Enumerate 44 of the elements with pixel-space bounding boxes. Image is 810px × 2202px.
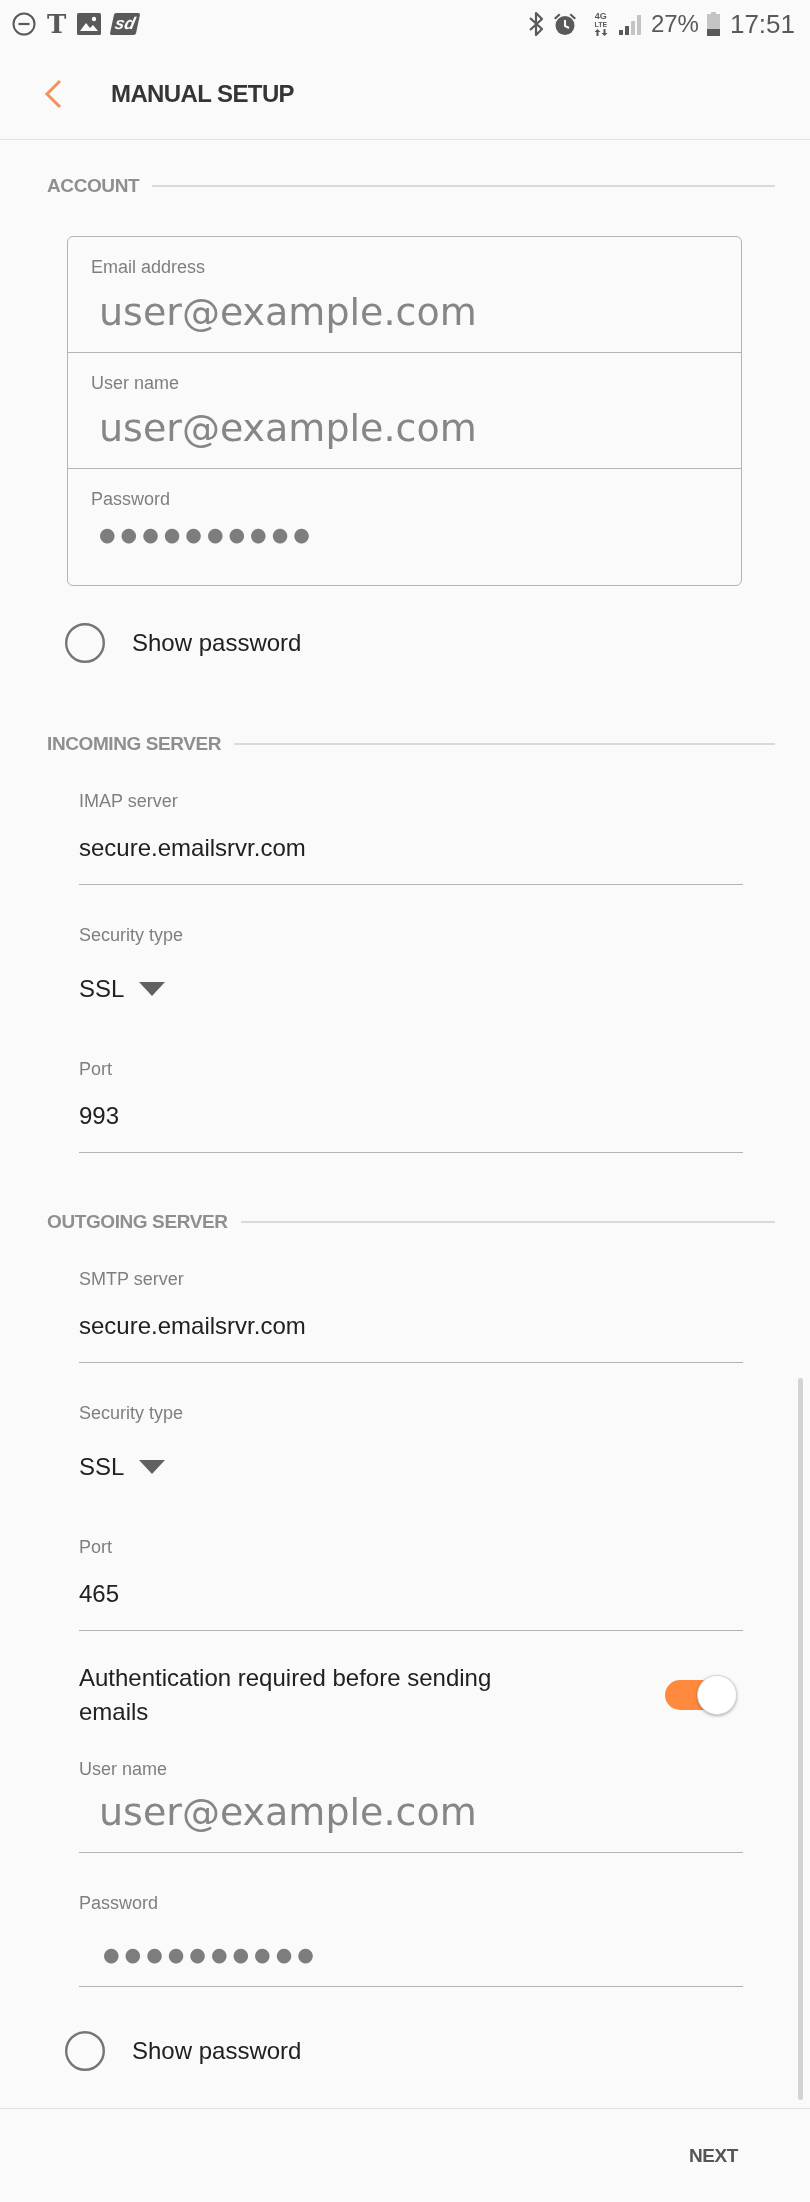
- battery-percentage: 27%: [650, 10, 699, 38]
- field-label: SMTP server: [79, 1268, 185, 1290]
- toggle-switch[interactable]: [665, 1675, 737, 1715]
- password-field[interactable]: ●●●●●●●●●●: [91, 512, 721, 556]
- dropdown-field[interactable]: SSL: [79, 1451, 166, 1483]
- carrier-logo: T: [47, 10, 67, 38]
- field-label: Email address: [91, 256, 207, 278]
- page-title: MANUAL SETUP: [111, 78, 295, 109]
- next-button[interactable]: NEXT: [684, 2137, 742, 2174]
- data-arrows-icon: [593, 29, 608, 36]
- dropdown-field[interactable]: SSL: [79, 973, 166, 1005]
- field-label: Password: [91, 488, 172, 510]
- clock-time: 17:51: [729, 10, 795, 38]
- input-field[interactable]: 465: [79, 1568, 743, 1631]
- alarm-clock-icon: [552, 12, 577, 36]
- field-label: User name: [79, 1758, 169, 1780]
- field-label: Password: [79, 1892, 160, 1914]
- signal-bars-icon: [617, 13, 642, 35]
- input-field[interactable]: secure.emailsrvr.com: [79, 1300, 743, 1363]
- network-type-label: 4G: [594, 12, 607, 21]
- section-title: INCOMING SERVER: [47, 733, 222, 755]
- input-field[interactable]: secure.emailsrvr.com: [79, 822, 743, 885]
- password-field[interactable]: ●●●●●●●●●●: [79, 1924, 743, 1987]
- chevron-left-icon: [44, 78, 62, 109]
- field-label: IMAP server: [79, 790, 179, 812]
- scrollbar[interactable]: [798, 1378, 803, 2100]
- app-notification-badge: sd: [110, 13, 141, 35]
- field-label: User name: [91, 372, 181, 394]
- input-field[interactable]: 993: [79, 1090, 743, 1153]
- battery-icon: [706, 12, 720, 36]
- field-label: Security type: [79, 1402, 185, 1424]
- show-password-radio[interactable]: Show password: [65, 2031, 302, 2071]
- show-password-radio[interactable]: Show password: [65, 623, 302, 663]
- switch-label: Authentication required before sending emails: [79, 1663, 493, 1727]
- field-label: Port: [79, 1058, 113, 1080]
- section-title: ACCOUNT: [47, 175, 140, 197]
- minus-circle-icon: [12, 12, 36, 36]
- caret-down-icon: [139, 982, 166, 996]
- caret-down-icon: [139, 1460, 166, 1474]
- bluetooth-icon: [527, 11, 544, 37]
- section-title: OUTGOING SERVER: [47, 1211, 228, 1233]
- field-label: Security type: [79, 924, 185, 946]
- image-icon: [77, 13, 102, 35]
- field-label: Port: [79, 1536, 113, 1558]
